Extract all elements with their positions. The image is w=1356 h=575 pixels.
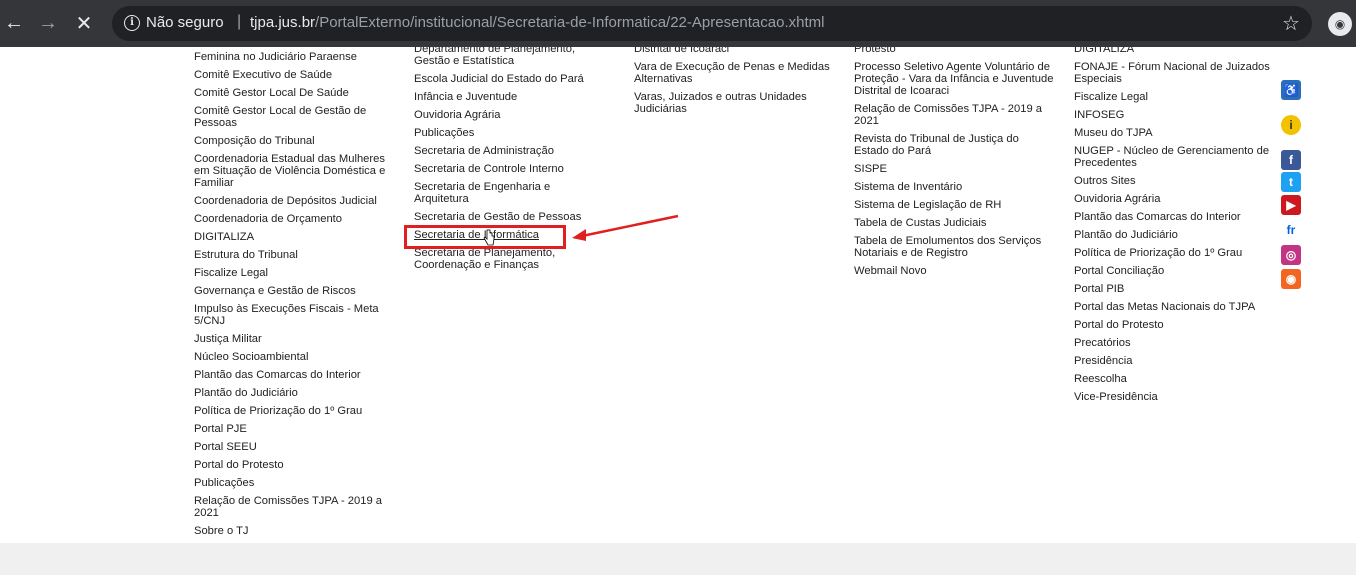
url-host: tjpa.jus.br bbox=[250, 14, 316, 31]
link-item[interactable]: Publicações bbox=[194, 477, 394, 489]
link-item[interactable]: Plantão do Judiciário bbox=[1074, 229, 1274, 241]
links-column-5: DIGITALIZA FONAJE - Fórum Nacional de Jui… bbox=[1074, 47, 1274, 409]
link-item[interactable]: Núcleo Socioambiental bbox=[194, 351, 394, 363]
profile-icon[interactable]: ◉ bbox=[1328, 12, 1352, 36]
link-item[interactable]: Vara de Execução de Penas e Medidas Alte… bbox=[634, 61, 834, 85]
stop-loading-icon[interactable]: ✕ bbox=[70, 9, 98, 37]
forward-icon[interactable]: → bbox=[34, 9, 62, 37]
twitter-icon[interactable]: t bbox=[1281, 172, 1301, 192]
link-item[interactable]: Outros Sites bbox=[1074, 175, 1274, 187]
separator: | bbox=[237, 13, 242, 30]
link-item[interactable]: Estrutura do Tribunal bbox=[194, 249, 394, 261]
link-item[interactable]: Infância e Juventude bbox=[414, 91, 604, 103]
link-item[interactable]: Feminina no Judiciário Paraense bbox=[194, 51, 394, 63]
link-item[interactable]: Secretaria de Engenharia e Arquitetura bbox=[414, 181, 604, 205]
link-item[interactable]: Plantão do Judiciário bbox=[194, 387, 394, 399]
flickr-icon[interactable]: fr bbox=[1281, 220, 1301, 240]
link-item[interactable]: Ouvidoria Agrária bbox=[1074, 193, 1274, 205]
link-item[interactable]: Sistema de Inventário bbox=[854, 181, 1054, 193]
link-item[interactable]: Portal do Protesto bbox=[1074, 319, 1274, 331]
link-item[interactable]: Portal PJE bbox=[194, 423, 394, 435]
link-item[interactable]: Secretaria de Planejamento, Coordenação … bbox=[414, 247, 604, 271]
link-item[interactable]: Portal das Metas Nacionais do TJPA bbox=[1074, 301, 1274, 313]
link-item[interactable]: Coordenadoria Estadual das Mulheres em S… bbox=[194, 153, 394, 189]
link-item[interactable]: Processo Seletivo Agente Voluntário de P… bbox=[854, 61, 1054, 97]
link-item[interactable]: Escola Judicial do Estado do Pará bbox=[414, 73, 604, 85]
security-label: Não seguro bbox=[146, 14, 224, 31]
link-item[interactable]: Sistema de Legislação de RH bbox=[854, 199, 1054, 211]
link-item[interactable]: Revista do Tribunal de Justiça do Estado… bbox=[854, 133, 1054, 157]
site-info-icon[interactable]: i bbox=[124, 15, 140, 31]
link-item[interactable]: Tabela de Emolumentos dos Serviços Notar… bbox=[854, 235, 1054, 259]
link-item[interactable]: Fiscalize Legal bbox=[1074, 91, 1274, 103]
links-column-4: Protesto Processo Seletivo Agente Voluntá… bbox=[854, 47, 1054, 283]
link-item[interactable]: Portal do Protesto bbox=[194, 459, 394, 471]
link-item[interactable]: Plantão das Comarcas do Interior bbox=[194, 369, 394, 381]
link-item[interactable]: Distrital de Icoaraci bbox=[634, 47, 834, 55]
url-path: /PortalExterno/institucional/Secretaria-… bbox=[315, 14, 825, 31]
link-item[interactable]: SISPE bbox=[854, 163, 1054, 175]
hand-cursor-icon bbox=[483, 229, 495, 246]
link-item[interactable]: Reescolha bbox=[1074, 373, 1274, 385]
link-item[interactable]: INFOSEG bbox=[1074, 109, 1274, 121]
link-item[interactable]: FONAJE - Fórum Nacional de Juizados Espe… bbox=[1074, 61, 1274, 85]
facebook-icon[interactable]: f bbox=[1281, 150, 1301, 170]
page-content: Feminina no Judiciário Paraense Comitê Ex… bbox=[0, 47, 1356, 543]
link-item[interactable]: Comitê Gestor Local De Saúde bbox=[194, 87, 394, 99]
browser-toolbar: ← → ✕ i Não seguro | tjpa.jus.br/PortalE… bbox=[0, 0, 1356, 47]
link-item[interactable]: DIGITALIZA bbox=[1074, 47, 1274, 55]
link-item[interactable]: Portal SEEU bbox=[194, 441, 394, 453]
link-item[interactable]: Protesto bbox=[854, 47, 1054, 55]
url-text[interactable]: tjpa.jus.br/PortalExterno/institucional/… bbox=[250, 14, 824, 31]
link-item[interactable]: Portal PIB bbox=[1074, 283, 1274, 295]
link-item[interactable]: Política de Priorização do 1º Grau bbox=[194, 405, 394, 417]
link-item[interactable]: Fiscalize Legal bbox=[194, 267, 394, 279]
link-item[interactable]: Coordenadoria de Orçamento bbox=[194, 213, 394, 225]
annotation-arrow bbox=[572, 214, 679, 241]
link-item[interactable]: Composição do Tribunal bbox=[194, 135, 394, 147]
link-item[interactable]: Ouvidoria Agrária bbox=[414, 109, 604, 121]
link-item[interactable]: Impulso às Execuções Fiscais - Meta 5/CN… bbox=[194, 303, 394, 327]
links-column-3: Distrital de Icoaraci Vara de Execução de… bbox=[634, 47, 834, 121]
bookmark-star-icon[interactable]: ☆ bbox=[1282, 11, 1300, 36]
accessibility-icon[interactable]: ♿ bbox=[1281, 80, 1301, 100]
link-item[interactable]: Departamento de Planejamento, Gestão e E… bbox=[414, 47, 604, 67]
link-item[interactable]: Secretaria de Controle Interno bbox=[414, 163, 604, 175]
link-item[interactable]: Precatórios bbox=[1074, 337, 1274, 349]
link-item[interactable]: Justiça Militar bbox=[194, 333, 394, 345]
link-item[interactable]: Plantão das Comarcas do Interior bbox=[1074, 211, 1274, 223]
link-item[interactable]: Tabela de Custas Judiciais bbox=[854, 217, 1054, 229]
link-item[interactable]: Museu do TJPA bbox=[1074, 127, 1274, 139]
link-item[interactable]: Varas, Juizados e outras Unidades Judici… bbox=[634, 91, 834, 115]
link-item[interactable]: Secretaria de Administração bbox=[414, 145, 604, 157]
link-item[interactable]: Política de Priorização do 1º Grau bbox=[1074, 247, 1274, 259]
link-item[interactable]: Presidência bbox=[1074, 355, 1274, 367]
link-item[interactable]: NUGEP - Núcleo de Gerenciamento de Prece… bbox=[1074, 145, 1274, 169]
link-item[interactable]: Comitê Gestor Local de Gestão de Pessoas bbox=[194, 105, 394, 129]
link-item[interactable]: Relação de Comissões TJPA - 2019 a 2021 bbox=[854, 103, 1054, 127]
info-icon[interactable]: i bbox=[1281, 115, 1301, 135]
link-item[interactable]: Relação de Comissões TJPA - 2019 a 2021 bbox=[194, 495, 394, 519]
instagram-icon[interactable]: ◎ bbox=[1281, 245, 1301, 265]
rss-icon[interactable]: ◉ bbox=[1281, 269, 1301, 289]
link-item[interactable]: Governança e Gestão de Riscos bbox=[194, 285, 394, 297]
address-bar[interactable]: i Não seguro | tjpa.jus.br/PortalExterno… bbox=[112, 6, 1312, 41]
link-item[interactable]: DIGITALIZA bbox=[194, 231, 394, 243]
link-item[interactable]: Coordenadoria de Depósitos Judicial bbox=[194, 195, 394, 207]
link-item[interactable]: Publicações bbox=[414, 127, 604, 139]
links-column-1: Feminina no Judiciário Paraense Comitê Ex… bbox=[194, 51, 394, 543]
link-item[interactable]: Comitê Executivo de Saúde bbox=[194, 69, 394, 81]
link-item[interactable]: Sobre o TJ bbox=[194, 525, 394, 537]
page-bottom-bar bbox=[0, 543, 1356, 575]
back-icon[interactable]: ← bbox=[0, 9, 28, 37]
link-item[interactable]: Vice-Presidência bbox=[1074, 391, 1274, 403]
link-item[interactable]: Webmail Novo bbox=[854, 265, 1054, 277]
youtube-icon[interactable]: ▶ bbox=[1281, 195, 1301, 215]
link-item[interactable]: Portal Conciliação bbox=[1074, 265, 1274, 277]
